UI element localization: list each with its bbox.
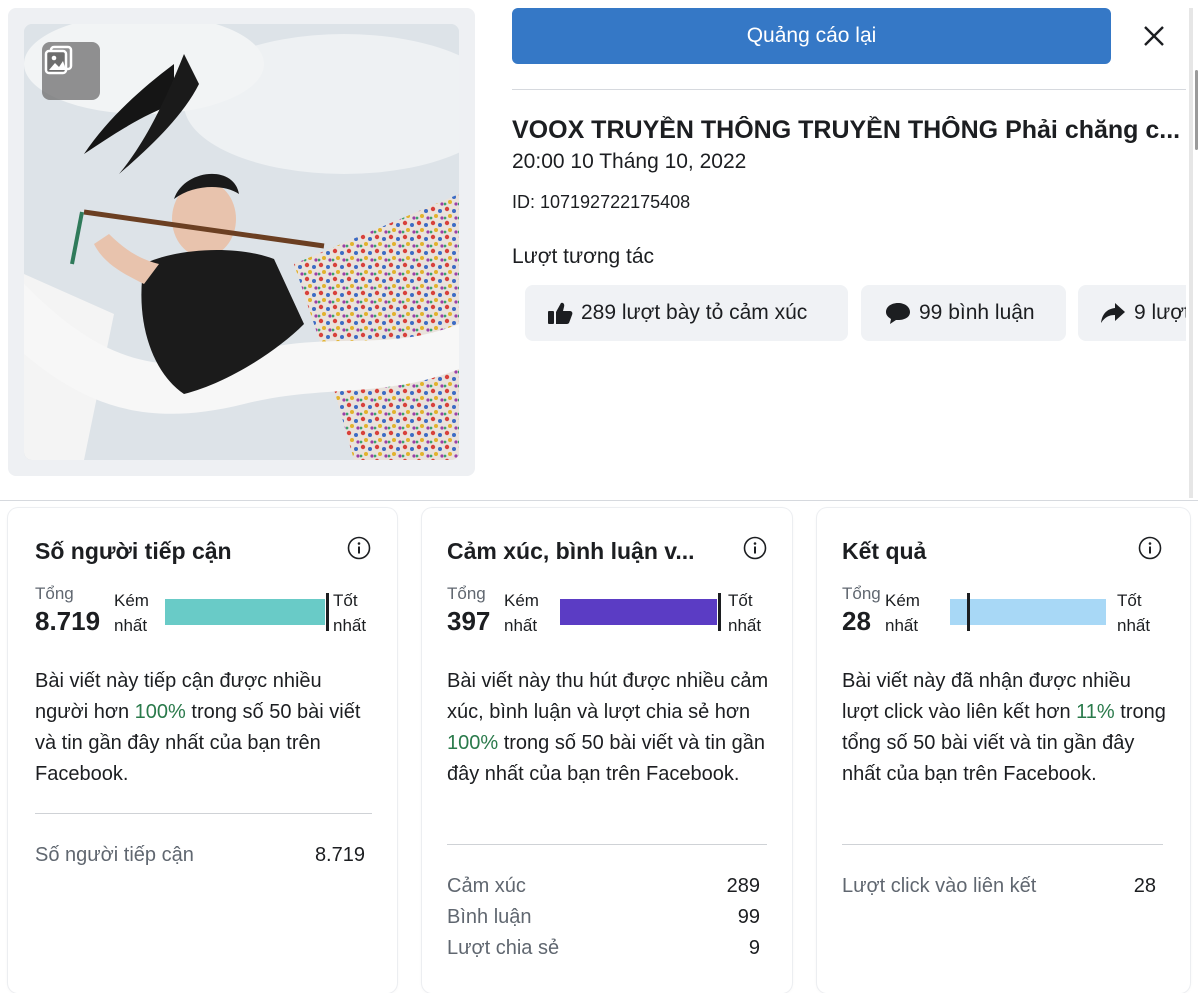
card-description: Bài viết này thu hút được nhiều cảm xúc,… [447, 670, 769, 785]
boost-again-button[interactable]: Quảng cáo lại [512, 8, 1111, 64]
card-description: Bài viết này tiếp cận được nhiều người h… [35, 670, 361, 785]
interaction-chips: 289 lượt bày tỏ cảm xúc 99 bình luận 9 l… [525, 285, 1186, 342]
card-divider [447, 844, 767, 845]
total-value: 397 [447, 606, 491, 636]
percentage-highlight: 11% [1076, 701, 1115, 723]
comments-chip-label: 99 bình luận [919, 301, 1035, 324]
like-icon [548, 302, 573, 324]
total-value: 8.719 [35, 606, 101, 636]
metric-label: Cảm xúc [447, 875, 526, 897]
shares-chip-label: 9 lượt chia sẻ [1134, 301, 1186, 324]
percentage-highlight: 100% [447, 732, 499, 754]
results-card: Kết quả Tổng 28 Kém nhất Tốt nhất Bài viết… [817, 508, 1190, 993]
worst-label: Kém nhất [885, 591, 920, 635]
performance-marker [967, 593, 970, 631]
comment-icon [886, 303, 910, 324]
post-thumbnail[interactable] [24, 24, 459, 460]
card-divider [842, 844, 1163, 845]
info-icon[interactable] [1138, 536, 1162, 560]
metric-value: 28 [1133, 875, 1156, 897]
best-label: Tốt nhất [1117, 591, 1151, 635]
card-title: Số người tiếp cận [35, 538, 232, 564]
post-date: 20:00 10 Tháng 10, 2022 [512, 150, 747, 173]
metric-label: Bình luận [447, 906, 532, 928]
card-title: Cảm xúc, bình luận v... [447, 538, 695, 564]
total-label: Tổng [35, 584, 74, 603]
worst-label: Kém nhất [504, 591, 539, 635]
comparison-bar [950, 599, 1106, 625]
percentage-highlight: 100% [134, 701, 186, 723]
performance-marker [326, 593, 329, 631]
reactions-chip-label: 289 lượt bày tỏ cảm xúc [581, 301, 808, 324]
info-icon[interactable] [743, 536, 767, 560]
share-icon [1101, 303, 1125, 323]
best-label: Tốt nhất [728, 591, 762, 635]
comparison-bar [560, 599, 717, 625]
scrollbar-track[interactable] [1189, 8, 1193, 498]
close-icon[interactable] [1136, 18, 1172, 54]
metric-value: 8.719 [314, 844, 365, 866]
post-thumbnail-container [8, 8, 475, 476]
reach-card: Số người tiếp cận Tổng 8.719 Kém nhất Tốt… [8, 508, 397, 993]
interactions-label: Lượt tương tác [512, 245, 655, 268]
metric-value: 99 [737, 906, 760, 928]
post-title: VOOX TRUYỀN THÔNG TRUYỀN THÔNG Phải chăn… [512, 116, 1181, 144]
card-description: Bài viết này đã nhận được nhiều lượt cli… [842, 670, 1166, 785]
card-divider [35, 813, 372, 814]
total-label: Tổng [842, 584, 881, 603]
shares-chip[interactable]: 9 lượt chia sẻ [1078, 285, 1186, 341]
info-icon[interactable] [347, 536, 371, 560]
metric-label: Lượt click vào liên kết [842, 875, 1037, 897]
header-divider [512, 89, 1186, 90]
total-value: 28 [842, 606, 871, 636]
comparison-bar [165, 599, 325, 625]
metric-value: 289 [726, 875, 760, 897]
metric-value: 9 [748, 937, 760, 959]
comments-chip[interactable]: 99 bình luận [861, 285, 1066, 341]
card-title: Kết quả [842, 538, 927, 564]
total-label: Tổng [447, 584, 486, 603]
best-label: Tốt nhất [333, 591, 367, 635]
photo-type-icon [42, 42, 100, 100]
performance-marker [718, 593, 721, 631]
worst-label: Kém nhất [114, 591, 149, 635]
metric-label: Số người tiếp cận [35, 844, 194, 866]
post-id: ID: 107192722175408 [512, 192, 691, 212]
reactions-chip[interactable]: 289 lượt bày tỏ cảm xúc [525, 285, 848, 341]
metric-label: Lượt chia sẻ [447, 937, 560, 959]
section-divider [0, 500, 1198, 501]
engagement-card: Cảm xúc, bình luận v... Tổng 397 Kém nhất… [422, 508, 792, 993]
